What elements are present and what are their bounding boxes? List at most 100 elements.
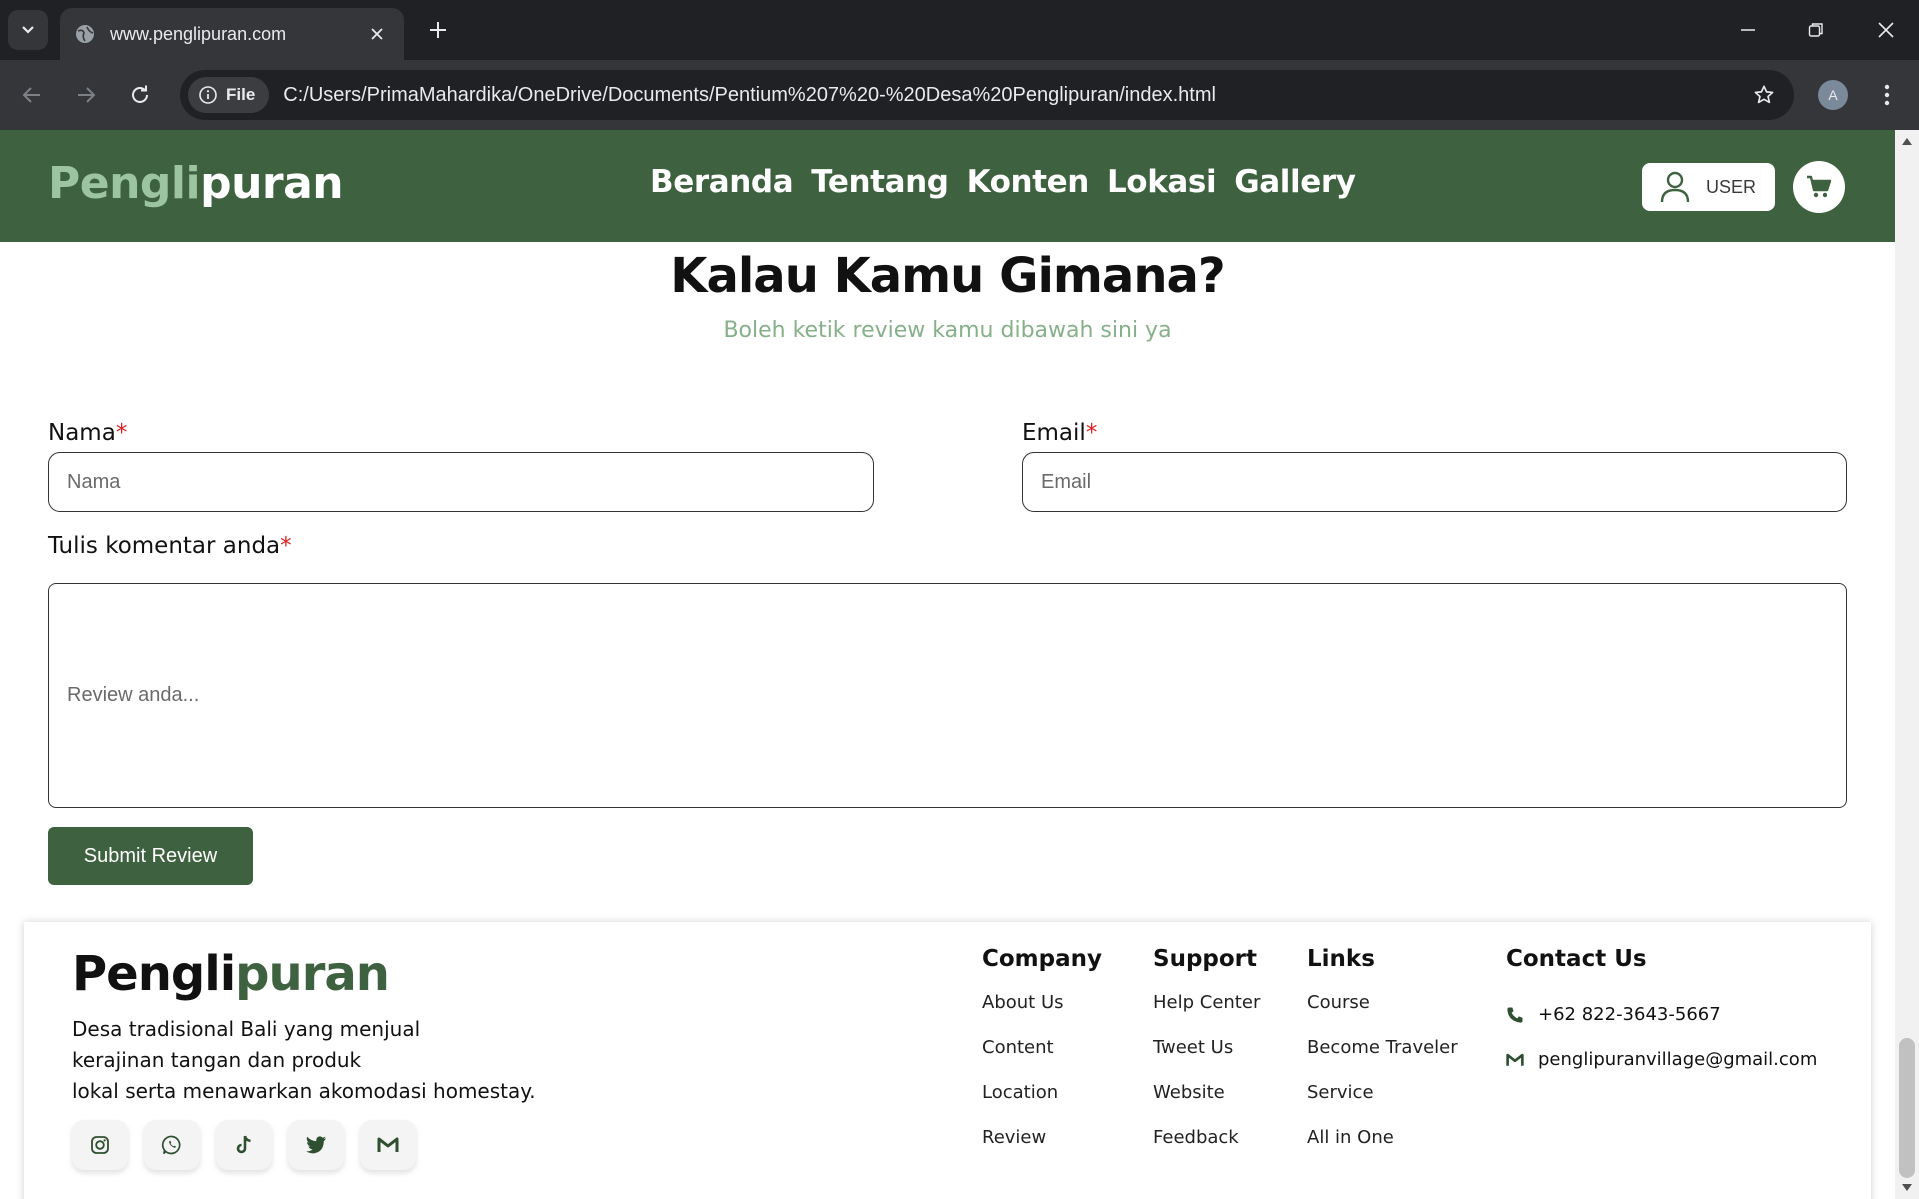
back-button[interactable] — [14, 77, 50, 113]
nav-tentang[interactable]: Tentang — [811, 164, 949, 200]
footer-link-about-us[interactable]: About Us — [982, 992, 1102, 1037]
nav-beranda[interactable]: Beranda — [650, 164, 794, 200]
footer-logo-part-2: puran — [235, 946, 390, 1002]
close-icon — [1878, 22, 1894, 38]
review-title: Kalau Kamu Gimana? — [670, 248, 1225, 304]
footer-col-title: Links — [1307, 946, 1375, 972]
phone-icon — [1507, 1007, 1523, 1023]
footer-col-title: Support — [1153, 946, 1258, 972]
info-icon — [199, 86, 217, 104]
nav-lokasi[interactable]: Lokasi — [1107, 164, 1217, 200]
gmail-icon — [1506, 1053, 1524, 1066]
logo-part-1: Pengli — [48, 158, 201, 209]
comment-textarea[interactable]: Review anda... — [48, 583, 1847, 808]
footer-link-all-in-one[interactable]: All in One — [1307, 1127, 1458, 1172]
required-mark: * — [1085, 420, 1098, 446]
comment-label-text: Tulis komentar anda — [48, 533, 281, 559]
cart-icon — [1807, 175, 1832, 198]
instagram-icon[interactable] — [72, 1120, 128, 1170]
reload-icon — [132, 85, 148, 103]
footer-link-feedback[interactable]: Feedback — [1153, 1127, 1260, 1172]
email-label-text: Email — [1022, 420, 1086, 446]
scroll-up-arrow-icon[interactable] — [1902, 138, 1912, 145]
contact-phone[interactable]: +62 822-3643-5667 — [1506, 992, 1817, 1037]
tab-search-button[interactable] — [8, 10, 48, 50]
restore-button[interactable] — [1800, 14, 1832, 46]
review-subtitle: Boleh ketik review kamu dibawah sini ya — [723, 318, 1172, 343]
forward-button[interactable] — [68, 77, 104, 113]
footer-col-title: Company — [982, 946, 1102, 972]
cart-button[interactable] — [1793, 161, 1845, 213]
footer-col-company: Company About Us Content Location Review — [982, 946, 1102, 1172]
tab-title: www.penglipuran.com — [110, 23, 287, 44]
footer-logo-part-1: Pengli — [72, 946, 236, 1002]
browser-toolbar: File C:/Users/PrimaMahardika/OneDrive/Do… — [0, 60, 1919, 130]
footer-col-contact: Contact Us +62 822-3643-5667 penglipuran… — [1506, 946, 1817, 1082]
whatsapp-icon[interactable] — [144, 1120, 200, 1170]
scrollbar-thumb[interactable] — [1899, 1038, 1915, 1178]
plus-icon — [430, 22, 446, 38]
footer-link-website[interactable]: Website — [1153, 1082, 1260, 1127]
email-input[interactable] — [1022, 452, 1847, 512]
nav-gallery[interactable]: Gallery — [1234, 164, 1356, 200]
name-label: Nama* — [48, 420, 127, 446]
user-button[interactable]: USER — [1642, 163, 1775, 211]
close-tab-icon[interactable] — [364, 21, 390, 47]
comment-label: Tulis komentar anda* — [48, 533, 292, 559]
browser-tab[interactable]: www.penglipuran.com — [60, 8, 404, 60]
reload-button[interactable] — [122, 77, 158, 113]
site-footer: Penglipuran Desa tradisional Bali yang m… — [24, 922, 1871, 1199]
chevron-down-icon — [22, 26, 34, 34]
required-mark: * — [115, 420, 128, 446]
footer-link-tweet-us[interactable]: Tweet Us — [1153, 1037, 1260, 1082]
twitter-icon[interactable] — [288, 1120, 344, 1170]
browser-menu-icon[interactable] — [1872, 80, 1902, 110]
footer-link-service[interactable]: Service — [1307, 1082, 1458, 1127]
user-icon — [1660, 171, 1690, 203]
close-window-button[interactable] — [1870, 14, 1902, 46]
email-label: Email* — [1022, 420, 1097, 446]
footer-description-line: lokal serta menawarkan akomodasi homesta… — [72, 1079, 536, 1103]
page-scrollbar[interactable] — [1895, 130, 1919, 1199]
scroll-down-arrow-icon[interactable] — [1902, 1184, 1912, 1191]
contact-email[interactable]: penglipuranvillage@gmail.com — [1506, 1037, 1817, 1082]
site-header: Penglipuran Beranda Tentang Konten Lokas… — [0, 130, 1895, 242]
footer-logo: Penglipuran — [72, 946, 390, 1002]
minimize-icon — [1741, 29, 1755, 31]
globe-icon — [76, 25, 94, 43]
restore-icon — [1808, 23, 1823, 37]
name-label-text: Nama — [48, 420, 116, 446]
url-text[interactable]: C:/Users/PrimaMahardika/OneDrive/Documen… — [283, 84, 1744, 107]
bookmark-star-icon[interactable] — [1744, 75, 1784, 115]
address-bar[interactable]: File C:/Users/PrimaMahardika/OneDrive/Do… — [180, 70, 1794, 120]
social-links — [72, 1120, 416, 1170]
tiktok-icon[interactable] — [216, 1120, 272, 1170]
footer-link-content[interactable]: Content — [982, 1037, 1102, 1082]
contact-email-text: penglipuranvillage@gmail.com — [1538, 1049, 1818, 1070]
footer-link-become-traveler[interactable]: Become Traveler — [1307, 1037, 1458, 1082]
gmail-icon[interactable] — [360, 1120, 416, 1170]
footer-col-title: Contact Us — [1506, 946, 1647, 972]
profile-avatar[interactable]: A — [1818, 80, 1848, 110]
footer-description-line: Desa tradisional Bali yang menjual — [72, 1017, 421, 1041]
footer-link-help-center[interactable]: Help Center — [1153, 992, 1260, 1037]
browser-tab-bar: www.penglipuran.com — [0, 0, 1919, 60]
site-info-chip[interactable]: File — [188, 77, 270, 113]
footer-link-review[interactable]: Review — [982, 1127, 1102, 1172]
footer-description: Desa tradisional Bali yang menjual keraj… — [72, 1014, 632, 1107]
site-logo[interactable]: Penglipuran — [48, 158, 344, 209]
name-input[interactable] — [48, 452, 874, 512]
arrow-right-icon — [78, 87, 96, 103]
contact-phone-text: +62 822-3643-5667 — [1538, 1004, 1721, 1025]
footer-link-course[interactable]: Course — [1307, 992, 1458, 1037]
submit-review-button[interactable]: Submit Review — [48, 827, 253, 885]
required-mark: * — [280, 533, 292, 559]
footer-col-support: Support Help Center Tweet Us Website Fee… — [1153, 946, 1260, 1172]
new-tab-button[interactable] — [424, 16, 452, 44]
user-label: USER — [1706, 176, 1757, 197]
minimize-button[interactable] — [1732, 14, 1764, 46]
logo-part-2: puran — [200, 158, 344, 209]
nav-konten[interactable]: Konten — [967, 164, 1090, 200]
footer-link-location[interactable]: Location — [982, 1082, 1102, 1127]
footer-col-links: Links Course Become Traveler Service All… — [1307, 946, 1458, 1172]
